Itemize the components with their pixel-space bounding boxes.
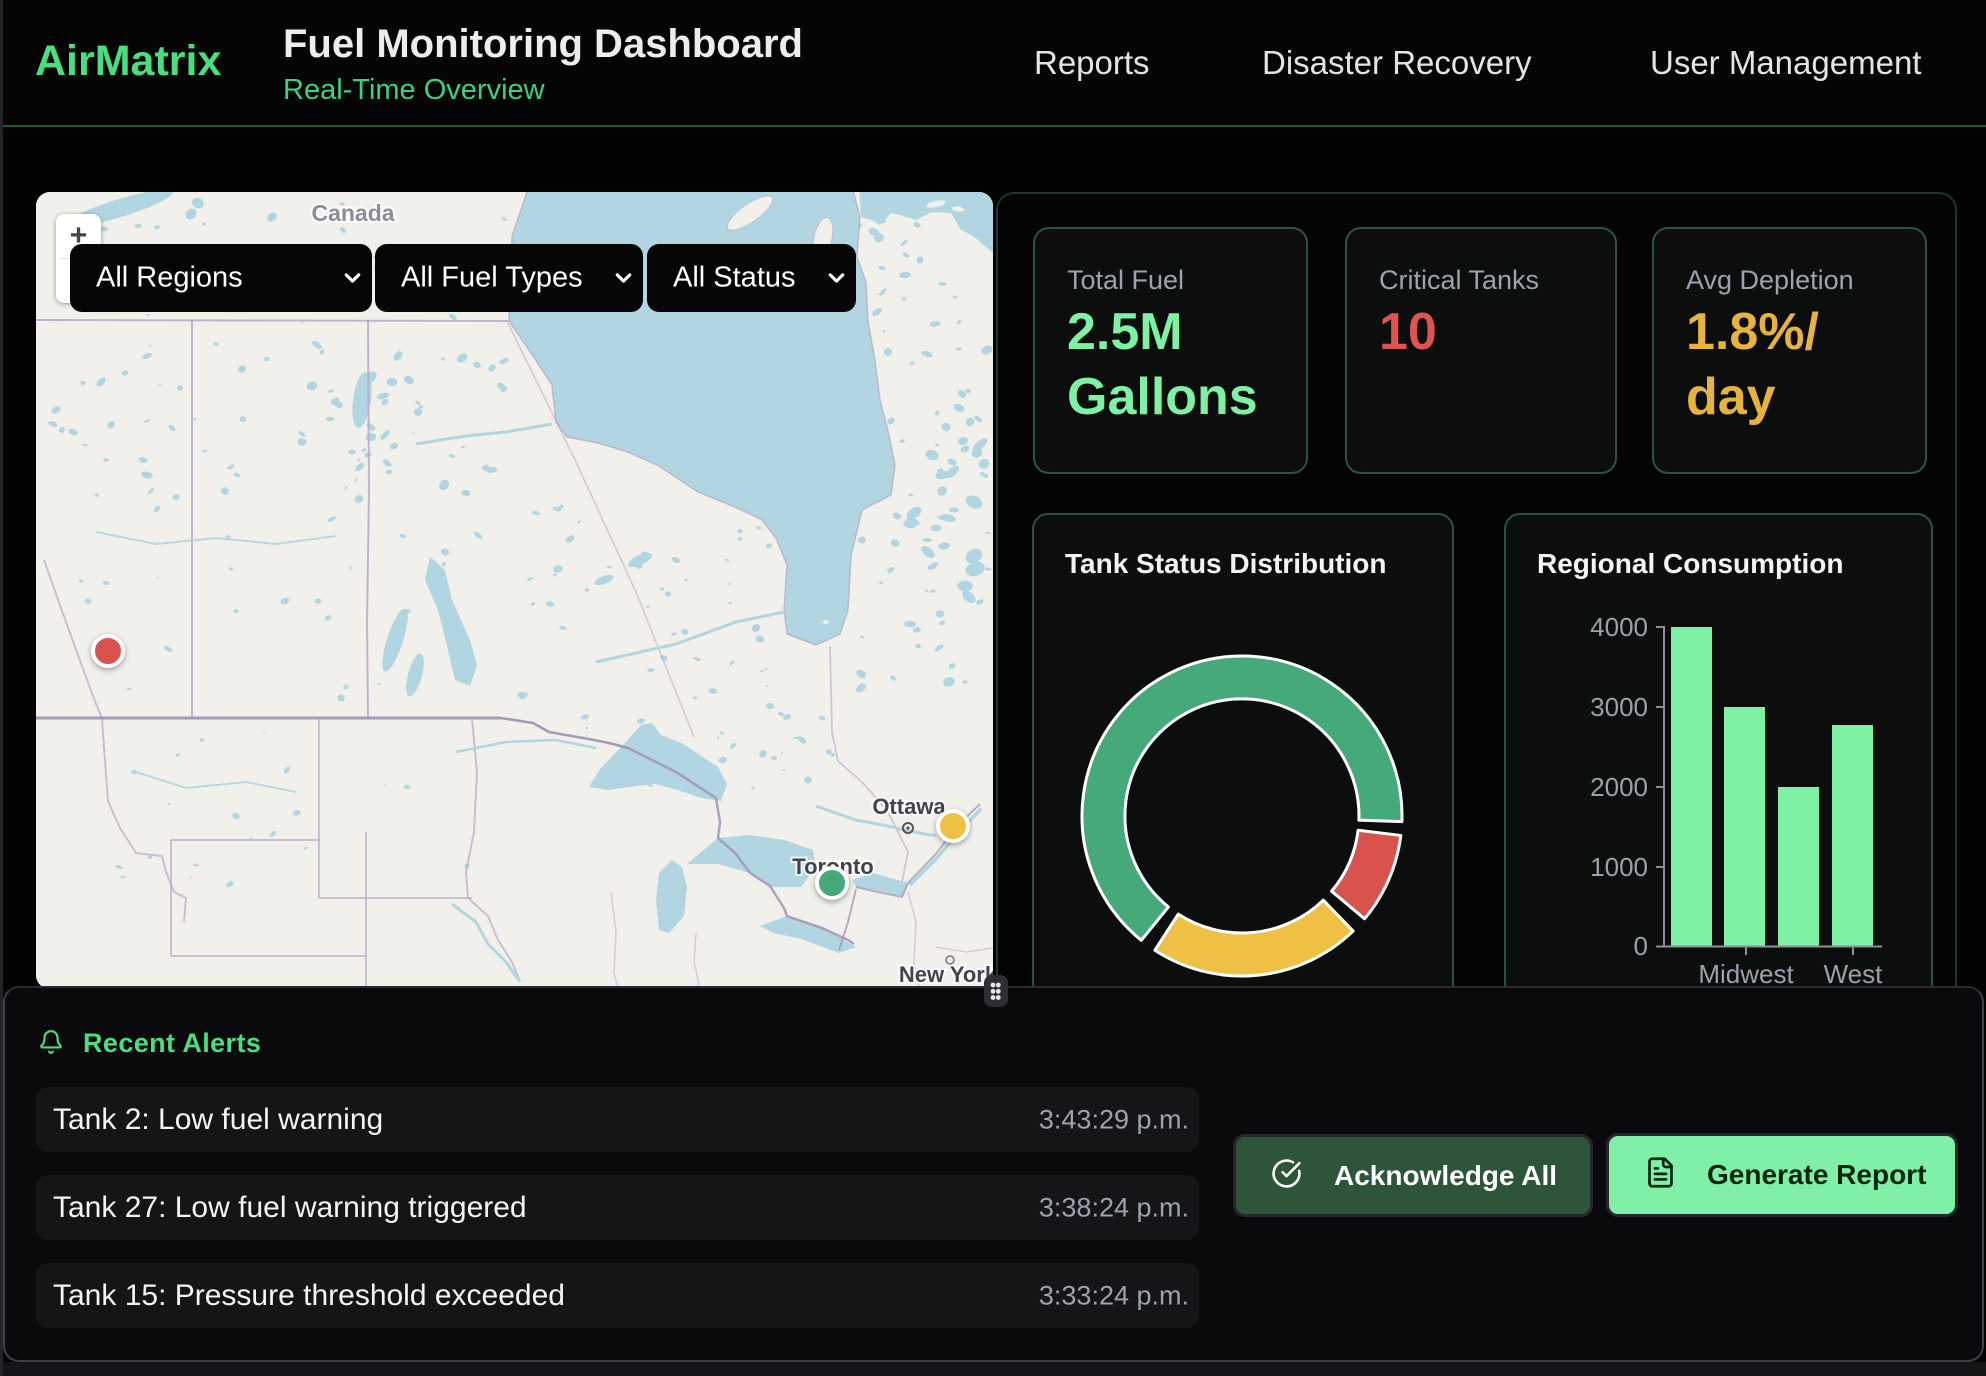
svg-text:1000: 1000	[1590, 852, 1648, 882]
svg-text:West: West	[1824, 959, 1884, 989]
svg-text:0: 0	[1634, 931, 1648, 961]
svg-text:Canada: Canada	[311, 200, 394, 226]
svg-text:4000: 4000	[1590, 612, 1648, 642]
svg-text:3000: 3000	[1590, 692, 1648, 722]
svg-text:Ottawa: Ottawa	[872, 794, 946, 819]
svg-text:2000: 2000	[1590, 772, 1648, 802]
svg-text:Midwest: Midwest	[1698, 959, 1794, 989]
svg-text:New York: New York	[899, 962, 993, 987]
